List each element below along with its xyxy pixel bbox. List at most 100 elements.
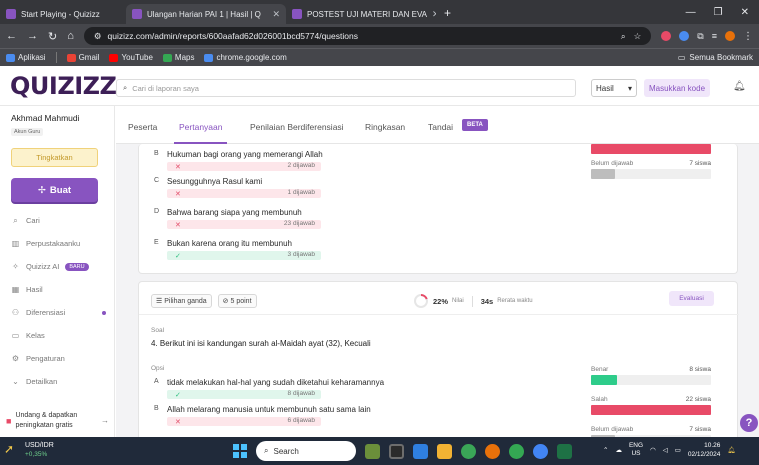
clock-date: 02/12/2024 [687, 451, 721, 458]
browser-tab-ulangan-harian[interactable]: Ulangan Harian PAI 1 | Hasil | Q ✕ [126, 4, 286, 24]
bookmark-apps[interactable]: Aplikasi [6, 53, 46, 62]
bookmark-star-icon[interactable]: ☆ [634, 31, 642, 42]
close-window-icon[interactable]: ✕ [741, 7, 749, 18]
sidebar-item-label: Cari [26, 216, 40, 225]
new-tab-icon[interactable]: + [436, 6, 459, 24]
task-view-icon[interactable] [389, 443, 404, 459]
user-name[interactable]: Akhmad Mahmudi [11, 113, 80, 123]
chrome-icon[interactable] [461, 443, 476, 459]
option-result-bar: ✓ 8 dijawab [167, 390, 321, 399]
windows-start-icon[interactable] [233, 444, 247, 458]
tab-pertanyaan[interactable]: Pertanyaan [179, 122, 222, 132]
chrome-store-icon [204, 53, 214, 62]
minimize-icon[interactable]: — [686, 7, 696, 18]
report-type-select[interactable]: Hasil ▾ [591, 79, 637, 97]
create-label: Buat [49, 184, 72, 196]
back-icon[interactable]: ← [6, 30, 17, 42]
browser-tab-start-playing[interactable]: Start Playing - Quizizz [0, 4, 126, 24]
option-count: 2 dijawab [287, 162, 315, 169]
tab-title: Start Playing - Quizizz [21, 9, 100, 19]
site-info-icon[interactable]: ⚙ [94, 31, 102, 42]
sidebar-item-diferensiasi[interactable]: ⚇ Diferensiasi [11, 301, 106, 324]
tab-penilaian-berdiferensiasi[interactable]: Penilaian Berdiferensiasi [250, 122, 344, 132]
animal-app-icon[interactable] [365, 443, 380, 459]
extension-red-icon[interactable] [661, 31, 672, 41]
evaluate-button[interactable]: Evaluasi [669, 291, 714, 306]
browser-menu-icon[interactable]: ⋮ [743, 31, 753, 42]
upgrade-button[interactable]: Tingkatkan [11, 148, 98, 167]
help-button[interactable]: ? [740, 414, 758, 432]
search-icon: ⌕ [264, 446, 269, 455]
close-tab-icon[interactable]: ✕ [272, 9, 280, 20]
weather-icon[interactable]: ☁ [615, 446, 622, 454]
create-button[interactable]: ✢ Buat [11, 178, 98, 202]
profile-avatar-icon[interactable] [725, 31, 735, 41]
tab-peserta[interactable]: Peserta [128, 122, 157, 132]
language-indicator[interactable]: ENG US [629, 442, 643, 458]
wrong-icon: ✕ [175, 190, 181, 198]
bookmark-gmail[interactable]: Gmail [66, 53, 99, 62]
report-search-input[interactable]: ⌕ Cari di laporan saya [116, 79, 576, 97]
option-letter: B [154, 150, 159, 157]
volume-icon[interactable]: ◁ [663, 446, 668, 454]
media-icon[interactable]: ≡ [712, 31, 717, 41]
stat-fill [591, 169, 615, 179]
zoom-icon[interactable]: ⌕ [621, 31, 626, 42]
forward-icon[interactable]: → [27, 30, 38, 42]
all-bookmarks[interactable]: ▭ Semua Bookmark [678, 53, 753, 62]
browser-addressbar: ← → ↻ ⌂ ⚙ quizizz.com/admin/reports/600a… [0, 24, 759, 48]
reload-icon[interactable]: ↻ [48, 30, 57, 43]
sidebar-item-kelas[interactable]: ▭ Kelas [11, 324, 106, 347]
maximize-icon[interactable]: ❐ [714, 7, 723, 18]
language-bottom: US [631, 450, 641, 457]
question-card-3: B Hukuman bagi orang yang memerangi Alla… [138, 144, 738, 274]
sidebar-item-cari[interactable]: ⌕ Cari [11, 209, 106, 232]
extension-blue-icon[interactable] [679, 31, 690, 41]
stock-ticker-widget[interactable]: ➚ USD/IDR +0,35% [4, 441, 54, 459]
stat-value: 7 siswa [689, 426, 711, 433]
wifi-icon[interactable]: ◠ [650, 446, 656, 454]
join-code-button[interactable]: Masukkan kode [644, 79, 710, 97]
folder-app-icon[interactable] [437, 443, 452, 459]
bookmark-chrome-store[interactable]: chrome.google.com [204, 53, 287, 62]
stat-track [591, 405, 711, 415]
bookmark-youtube[interactable]: YouTube [109, 53, 153, 62]
option-result-bar: ✕ 23 dijawab [167, 220, 321, 229]
url-field[interactable]: ⚙ quizizz.com/admin/reports/600aafad62d0… [83, 27, 652, 45]
bookmark-maps[interactable]: Maps [162, 53, 194, 62]
home-icon[interactable]: ⌂ [67, 30, 74, 42]
tray-chevron-up-icon[interactable]: ⌃ [603, 446, 608, 454]
invite-promo[interactable]: ■ Undang & dapatkan peningkatan gratis → [0, 404, 115, 437]
extensions-puzzle-icon[interactable]: ⧉ [697, 31, 703, 42]
stat-fill [591, 405, 711, 415]
quizizz-logo[interactable]: QUIZIZZ [10, 72, 117, 100]
chrome-profile-icon[interactable] [533, 443, 548, 459]
window-controls: — ❐ ✕ [686, 0, 759, 24]
tab-tandai[interactable]: Tandai [428, 122, 453, 132]
option-count: 6 dijawab [287, 417, 315, 424]
file-explorer-icon[interactable] [413, 443, 428, 459]
sidebar-item-pengaturan[interactable]: ⚙ Pengaturan [11, 347, 106, 370]
sidebar-item-label: Diferensiasi [26, 308, 66, 317]
system-clock[interactable]: 10.26 02/12/2024 [688, 441, 721, 459]
avg-time-label: Rerata waktu [497, 298, 533, 304]
sidebar-item-hasil[interactable]: ▦ Hasil [11, 278, 106, 301]
sidebar-item-perpustakaanku[interactable]: ▥ Perpustakaanku [11, 232, 106, 255]
chrome-canary-icon[interactable] [509, 443, 524, 459]
tab-ringkasan[interactable]: Ringkasan [365, 122, 405, 132]
firefox-icon[interactable] [485, 443, 500, 459]
sidebar-item-quizizz-ai[interactable]: ✧ Quizizz AI BARU [11, 255, 106, 278]
excel-icon[interactable] [557, 443, 572, 459]
sidebar-item-detailkan[interactable]: ⌄ Detailkan [11, 370, 106, 393]
stat-track [591, 375, 711, 385]
question-points-chip: ⊘ 5 point [217, 294, 257, 308]
accuracy-ring-icon [414, 293, 428, 308]
option-text: Bukan karena orang itu membunuh [167, 239, 292, 248]
system-tray: ⌃ ☁ ENG US ◠ ◁ ▭ 10.26 02/12/2024 🔔︎ [603, 441, 736, 459]
option-result-bar: ✕ 6 dijawab [167, 417, 321, 426]
notification-icon[interactable]: 🔔︎ [727, 446, 735, 454]
notification-bell-icon[interactable]: 🔔︎ [733, 81, 746, 92]
browser-tab-postest[interactable]: POSTEST UJI MATERI DAN EVA ✕ [286, 4, 436, 24]
battery-icon[interactable]: ▭ [675, 446, 681, 454]
taskbar-search[interactable]: ⌕ Search [256, 441, 356, 461]
